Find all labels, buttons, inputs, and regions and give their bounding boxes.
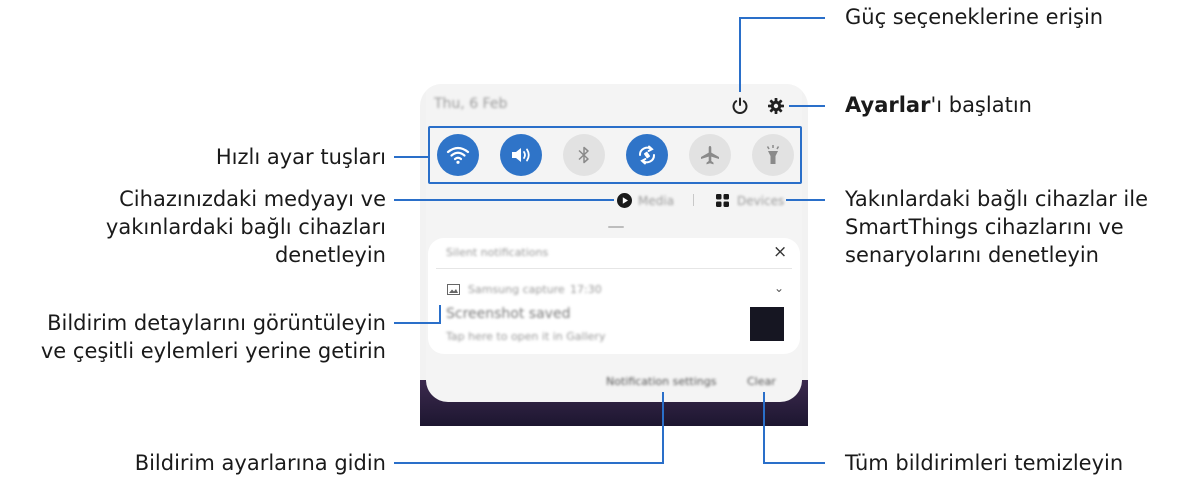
quick-settings-highlight	[428, 126, 802, 184]
date-text: Thu, 6 Feb	[434, 96, 508, 112]
notif-settings-leader-line-v	[662, 392, 664, 464]
settings-gear-icon[interactable]	[767, 97, 785, 115]
details-callout-line1: Bildirim detaylarını görüntüleyin	[47, 311, 386, 335]
wifi-icon	[446, 146, 470, 164]
settings-leader-line	[789, 105, 825, 107]
notification-app: Samsung capture	[468, 283, 565, 296]
clear-button[interactable]: Clear	[747, 375, 776, 388]
auto-rotate-tile[interactable]	[626, 134, 668, 176]
quick-settings-leader-line	[394, 156, 428, 158]
notif-settings-callout: Bildirim ayarlarına gidin	[134, 451, 386, 475]
notification-title[interactable]: Screenshot saved	[446, 306, 570, 322]
details-leader-line-h	[394, 322, 440, 324]
clear-leader-line-v	[763, 392, 765, 464]
airplane-tile[interactable]	[689, 134, 731, 176]
devices-callout-line1: Yakınlardaki bağlı cihazlar ile	[845, 187, 1149, 211]
power-callout: Güç seçeneklerine erişin	[845, 5, 1104, 29]
devices-grid-icon[interactable]	[716, 194, 729, 207]
flashlight-tile[interactable]	[752, 134, 794, 176]
clear-all-callout: Tüm bildirimleri temizleyin	[845, 451, 1124, 475]
card-divider	[436, 268, 792, 269]
airplane-icon	[701, 146, 719, 165]
wifi-tile[interactable]	[437, 134, 479, 176]
image-icon	[447, 284, 460, 295]
notification-settings-button[interactable]: Notification settings	[606, 375, 716, 388]
divider	[693, 194, 694, 206]
drag-handle[interactable]	[608, 226, 624, 228]
power-leader-line	[739, 17, 741, 92]
sound-icon	[512, 148, 530, 162]
sound-tile[interactable]	[500, 134, 542, 176]
flashlight-icon	[766, 145, 780, 164]
media-button[interactable]: Media	[638, 194, 674, 208]
media-callout-line3: denetleyin	[274, 243, 386, 267]
devices-callout-line2: SmartThings cihazlarını ve	[845, 215, 1124, 239]
details-leader-line-v	[439, 305, 441, 324]
media-callout-line1: Cihazınızdaki medyayı ve	[119, 187, 386, 211]
devices-button[interactable]: Devices	[737, 194, 784, 208]
devices-leader-line	[786, 199, 825, 201]
screenshot-thumbnail[interactable]	[750, 307, 784, 341]
notification-time: 17:30	[570, 283, 602, 296]
close-icon[interactable]: ×	[773, 242, 787, 262]
quick-settings-callout: Hızlı ayar tuşları	[215, 145, 386, 169]
settings-callout-bold: Ayarlar	[845, 93, 931, 117]
media-callout-line2: yakınlardaki bağlı cihazları	[105, 215, 386, 239]
auto-rotate-icon	[639, 145, 655, 165]
settings-callout-rest: 'ı başlatın	[930, 93, 1032, 117]
chevron-down-icon[interactable]: ⌄	[774, 281, 784, 295]
details-callout-line2: ve çeşitli eylemleri yerine getirin	[40, 339, 386, 363]
media-play-icon[interactable]	[617, 193, 632, 208]
clear-leader-line-h	[763, 462, 825, 464]
bluetooth-tile[interactable]	[563, 134, 605, 176]
media-leader-line	[394, 199, 614, 201]
bluetooth-icon	[578, 146, 589, 164]
devices-callout-line3: senaryolarını denetleyin	[845, 243, 1099, 267]
notif-settings-leader-line-h	[394, 462, 664, 464]
power-icon[interactable]	[730, 96, 750, 116]
section-title: Silent notifications	[446, 246, 549, 259]
notification-body[interactable]: Tap here to open it in Gallery	[446, 330, 605, 343]
power-leader-line-h	[739, 17, 825, 19]
settings-callout: Ayarlar'ı başlatın	[845, 92, 1032, 118]
